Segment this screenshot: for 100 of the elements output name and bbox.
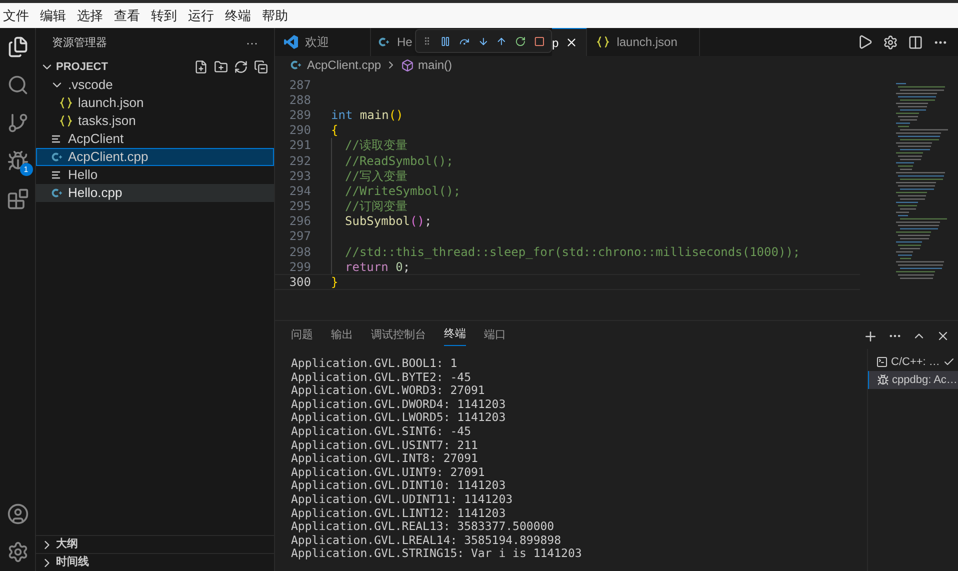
line-number: 295 bbox=[288, 198, 311, 216]
terminal-line: Application.GVL.REAL13: 3583377.500000 bbox=[291, 520, 554, 534]
file-tree-item[interactable]: Hello bbox=[36, 166, 274, 184]
line-number: 290 bbox=[288, 122, 311, 140]
code-line: { bbox=[331, 122, 338, 140]
code-line: //ReadSymbol(); bbox=[345, 152, 454, 170]
line-number: 292 bbox=[288, 152, 311, 170]
line-number: 299 bbox=[288, 258, 311, 276]
menu-item[interactable]: 运行 bbox=[188, 6, 214, 26]
new-terminal-icon[interactable] bbox=[863, 328, 878, 344]
line-number: 289 bbox=[288, 106, 311, 124]
terminal-line: Application.GVL.WORD3: 27091 bbox=[291, 384, 485, 398]
collapse-icon[interactable] bbox=[254, 60, 268, 74]
panel-tab[interactable]: 输出 bbox=[331, 326, 353, 346]
file-tree-item[interactable]: launch.json bbox=[36, 94, 274, 112]
file-tree-item[interactable]: tasks.json bbox=[36, 112, 274, 130]
bug-icon bbox=[877, 374, 889, 386]
sidebar-title: 资源管理器 bbox=[52, 36, 107, 51]
code-line: SubSymbol(); bbox=[345, 213, 432, 230]
cpp-file-icon bbox=[377, 36, 391, 48]
section-header[interactable]: PROJECT bbox=[56, 58, 108, 76]
close-icon[interactable] bbox=[936, 329, 950, 343]
breadcrumb-item[interactable]: main() bbox=[418, 56, 452, 74]
settings-icon[interactable] bbox=[6, 541, 28, 563]
more-button[interactable]: ··· bbox=[246, 34, 258, 52]
branch-icon[interactable] bbox=[6, 112, 28, 134]
new-file-icon[interactable] bbox=[194, 60, 208, 74]
menu-item[interactable]: 帮助 bbox=[262, 6, 288, 26]
menu-item[interactable]: 转到 bbox=[151, 6, 177, 26]
line-number: 296 bbox=[288, 213, 311, 230]
terminal-line: Application.GVL.LWORD5: 1141203 bbox=[291, 411, 506, 425]
code-line: //WriteSymbol(); bbox=[345, 182, 461, 200]
stop-icon[interactable] bbox=[534, 34, 545, 48]
terminal-line: Application.GVL.LINT12: 1141203 bbox=[291, 506, 506, 520]
editor-tab[interactable]: 欢迎 bbox=[275, 28, 371, 56]
settings-icon[interactable] bbox=[883, 34, 898, 50]
code-line: //订阅变量 bbox=[345, 198, 408, 216]
code-line: } bbox=[331, 274, 338, 292]
menu-item[interactable]: 查看 bbox=[114, 6, 140, 26]
menu-item[interactable]: 选择 bbox=[77, 6, 103, 26]
grip-icon[interactable] bbox=[422, 35, 432, 47]
menu-item[interactable]: 终端 bbox=[225, 6, 251, 26]
line-number: 293 bbox=[288, 168, 311, 185]
menu-item[interactable]: 文件 bbox=[3, 6, 29, 26]
line-number: 288 bbox=[288, 92, 311, 109]
editor-tab[interactable]: He bbox=[371, 28, 415, 56]
code-line: //std::this_thread::sleep_for(std::chrono::milliseconds(1000)); bbox=[345, 244, 800, 261]
collapsed-section[interactable]: 大纲 bbox=[36, 535, 274, 553]
panel-tab[interactable]: 端口 bbox=[484, 326, 506, 346]
terminal-line: Application.GVL.BOOL1: 1 bbox=[291, 357, 458, 371]
editor-tab[interactable]: p bbox=[552, 28, 587, 56]
close-icon[interactable] bbox=[564, 36, 578, 49]
panel-tab[interactable]: 问题 bbox=[291, 326, 313, 346]
line-number: 297 bbox=[288, 228, 311, 246]
breadcrumb-item[interactable]: AcpClient.cpp bbox=[307, 56, 382, 74]
file-tree-item[interactable]: AcpClient.cpp bbox=[36, 148, 274, 166]
menu-item[interactable]: 编辑 bbox=[40, 6, 66, 26]
new-folder-icon[interactable] bbox=[214, 60, 228, 74]
code-line: //读取变量 bbox=[345, 137, 408, 154]
collapsed-section[interactable]: 时间线 bbox=[36, 553, 274, 571]
file-tree-item[interactable]: AcpClient bbox=[36, 130, 274, 148]
file-tree-item[interactable]: Hello.cpp bbox=[36, 184, 274, 202]
terminal-line: Application.GVL.LREAL14: 3585194.899898 bbox=[291, 534, 562, 548]
run-debug-icon[interactable] bbox=[857, 34, 873, 50]
braces-icon bbox=[596, 36, 611, 48]
line-number: 298 bbox=[288, 244, 311, 261]
split-editor-icon[interactable] bbox=[908, 34, 923, 50]
terminal-line: Application.GVL.SINT6: -45 bbox=[291, 424, 472, 439]
terminal-line: Application.GVL.USINT7: 211 bbox=[291, 438, 478, 452]
terminal-line: Application.GVL.UINT9: 27091 bbox=[291, 466, 485, 480]
refresh-icon[interactable] bbox=[234, 60, 248, 74]
search-icon[interactable] bbox=[6, 74, 28, 96]
terminal-line: Application.GVL.DINT10: 1141203 bbox=[291, 479, 506, 493]
line-number: 294 bbox=[288, 182, 311, 200]
cube-icon bbox=[401, 58, 414, 72]
file-tree-item[interactable]: .vscode bbox=[36, 76, 274, 94]
terminal-line: Application.GVL.DWORD4: 1141203 bbox=[291, 398, 506, 412]
terminal-icon bbox=[876, 356, 888, 368]
files-icon[interactable] bbox=[6, 36, 28, 58]
terminal-list-item[interactable]: cppdbg: Ac… bbox=[868, 371, 958, 389]
line-number: 291 bbox=[288, 137, 311, 154]
editor-tab[interactable]: launch.json bbox=[586, 28, 700, 56]
terminal-line: Application.GVL.STRING15: Var i is 1141203 bbox=[291, 547, 582, 561]
cpp-file-icon bbox=[50, 187, 64, 199]
terminal-list-item[interactable]: C/C++: … bbox=[868, 353, 958, 371]
panel-tab[interactable]: 调试控制台 bbox=[371, 326, 426, 346]
pause-icon[interactable] bbox=[440, 34, 451, 48]
terminal-line: Application.GVL.BYTE2: -45 bbox=[291, 370, 472, 384]
braces-icon bbox=[60, 115, 74, 127]
cpp-file-icon bbox=[289, 59, 303, 71]
code-line: return 0; bbox=[345, 259, 410, 276]
bug-icon[interactable] bbox=[6, 150, 28, 172]
app-logo-icon bbox=[283, 34, 299, 50]
code-line: int main() bbox=[331, 106, 404, 124]
panel-tab[interactable]: 终端 bbox=[444, 326, 466, 346]
notification-badge: 1 bbox=[20, 163, 32, 176]
cpp-file-icon bbox=[50, 151, 64, 163]
restart-icon[interactable] bbox=[515, 34, 526, 48]
extensions-icon[interactable] bbox=[6, 188, 28, 210]
account-icon[interactable] bbox=[6, 503, 28, 525]
